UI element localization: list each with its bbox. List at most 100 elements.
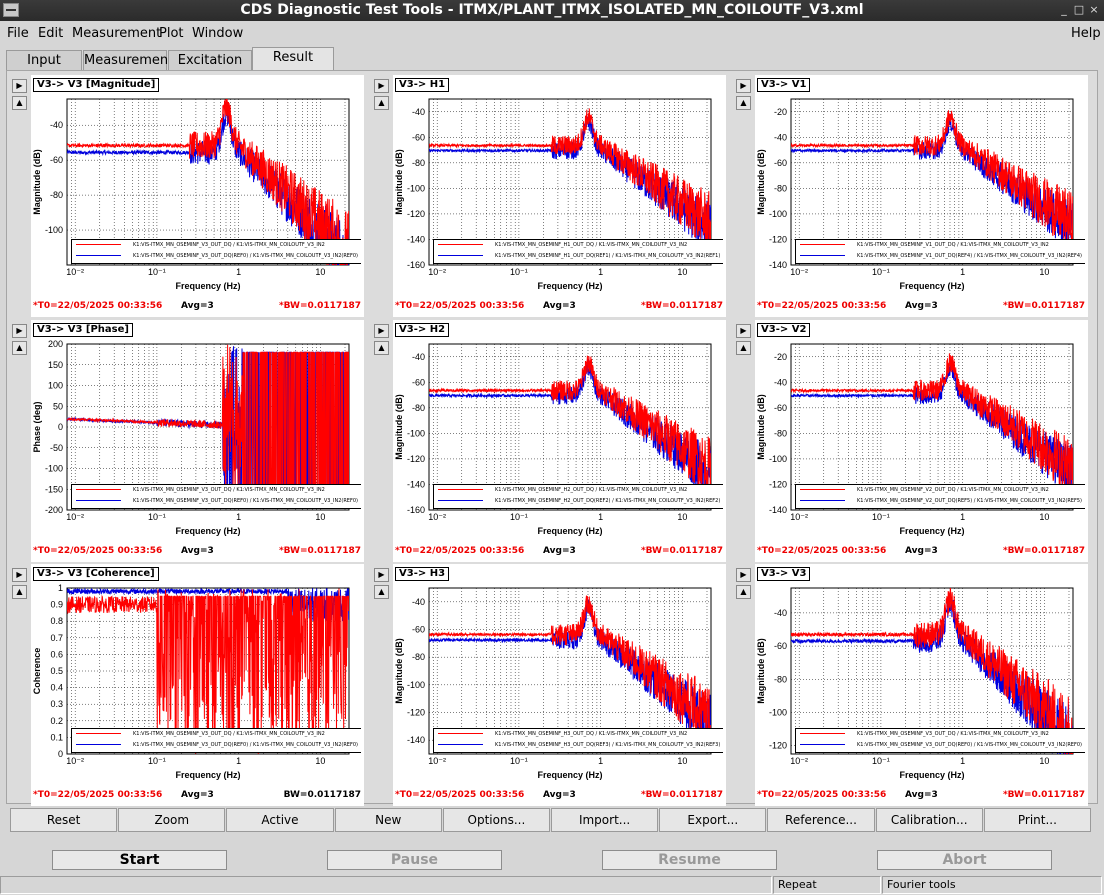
toolbar-options-button[interactable]: Options... [442, 808, 550, 832]
avg-label: Avg=3 [543, 546, 576, 556]
legend-swatch [800, 489, 845, 490]
plot-panel-h2[interactable]: -40 -60 -80 -100 -120 -140 -160 Magnitude (dB) 1… [393, 320, 726, 562]
panel-up-arrow-icon[interactable]: ▲ [12, 341, 27, 355]
panel-next-arrow-icon[interactable]: ▶ [736, 79, 751, 93]
menu-file[interactable]: File [7, 26, 29, 41]
tab-excitation[interactable]: Excitation [168, 50, 252, 71]
avg-label: Avg=3 [543, 301, 576, 311]
panel-up-arrow-icon[interactable]: ▲ [374, 585, 389, 599]
tab-result[interactable]: Result [252, 47, 334, 71]
bw-label: *BW=0.0117187 [640, 790, 723, 800]
y-tick-label: 50 [53, 401, 63, 411]
toolbar-print-button[interactable]: Print... [983, 808, 1091, 832]
legend-swatch [438, 489, 483, 490]
minimize-button[interactable]: _ [1057, 3, 1071, 17]
legend-entry: K1:VIS-ITMX_MN_OSEMINF_V3_OUT_DQ(REF0) /… [76, 252, 358, 261]
toolbar-zoom-button[interactable]: Zoom [118, 808, 226, 832]
y-tick-label: 0.9 [50, 600, 63, 610]
toolbar-active-button[interactable]: Active [226, 808, 334, 832]
panel-up-arrow-icon[interactable]: ▲ [374, 341, 389, 355]
panel-next-arrow-icon[interactable]: ▶ [374, 568, 389, 582]
x-tick-label: 1 [598, 756, 603, 766]
t0-label: *T0=22/05/2025 00:33:56 [33, 790, 163, 800]
legend-entry: K1:VIS-ITMX_MN_OSEMINF_V3_OUT_DQ(REF0) /… [800, 741, 1082, 750]
panel-next-arrow-icon[interactable]: ▶ [12, 568, 27, 582]
x-tick-label: 10⁻¹ [872, 512, 890, 522]
y-tick-label: 0.2 [50, 716, 63, 726]
plot-legend: K1:VIS-ITMX_MN_OSEMINF_V3_OUT_DQ / K1:VI… [71, 239, 361, 264]
panel-up-arrow-icon[interactable]: ▲ [736, 585, 751, 599]
plot-panel-magnitude[interactable]: -40 -60 -80 -100 Magnitude (dB) 10⁻² 10⁻¹ 1 10 Fr… [31, 75, 364, 317]
plot-panel-v2[interactable]: -20 -40 -60 -80 -100 -120 -140 Magnitude (dB) 10… [755, 320, 1088, 562]
plot-panel-v3[interactable]: -40 -60 -80 -100 -120 Magnitude (dB) 10⁻² 10⁻¹ 1… [755, 564, 1088, 806]
resume-button[interactable]: Resume [602, 850, 777, 870]
menu-help[interactable]: Help [1071, 26, 1101, 41]
panel-up-arrow-icon[interactable]: ▲ [12, 96, 27, 110]
maximize-button[interactable]: □ [1072, 3, 1086, 17]
y-tick-label: -160 [407, 505, 425, 515]
x-tick-label: 10⁻² [790, 512, 808, 522]
toolbar-reset-button[interactable]: Reset [10, 808, 118, 832]
plot-footer: *T0=22/05/2025 00:33:56 Avg=3 *BW=0.011718… [393, 546, 726, 560]
plot-legend: K1:VIS-ITMX_MN_OSEMINF_V3_OUT_DQ / K1:VI… [71, 728, 361, 753]
plot-title: V3-> V3 [757, 567, 811, 581]
plot-panel-v1[interactable]: -20 -40 -60 -80 -100 -120 -140 Magnitude (dB) 10… [755, 75, 1088, 317]
plot-panel-phase[interactable]: 200 150 100 50 0 -50 -100 -150 -200 Phase (deg) 10… [31, 320, 364, 562]
plot-panel-h1[interactable]: -40 -60 -80 -100 -120 -140 -160 Magnitude (dB) 1… [393, 75, 726, 317]
y-tick-label: -40 [774, 608, 787, 618]
y-tick-label: -60 [774, 403, 787, 413]
y-axis-label: Coherence [32, 648, 42, 695]
menu-window[interactable]: Window [192, 26, 243, 41]
toolbar-calibration-button[interactable]: Calibration... [875, 808, 983, 832]
y-tick-label: -80 [50, 190, 63, 200]
toolbar-export-button[interactable]: Export... [659, 808, 767, 832]
toolbar-reference-button[interactable]: Reference... [767, 808, 875, 832]
plot-title: V3-> V3 [Coherence] [33, 567, 159, 581]
menu-measurement[interactable]: Measurement [72, 26, 161, 41]
y-tick-label: -80 [774, 428, 787, 438]
menu-plot[interactable]: Plot [159, 26, 184, 41]
y-tick-label: -100 [407, 680, 425, 690]
tab-measurement[interactable]: Measurement [83, 50, 173, 71]
plot-panel-h3[interactable]: -40 -60 -80 -100 -120 -140 Magnitude (dB) 10⁻² 1… [393, 564, 726, 806]
abort-button[interactable]: Abort [877, 850, 1052, 870]
toolbar-new-button[interactable]: New [334, 808, 442, 832]
panel-up-arrow-icon[interactable]: ▲ [374, 96, 389, 110]
panel-next-arrow-icon[interactable]: ▶ [374, 324, 389, 338]
panel-up-arrow-icon[interactable]: ▲ [736, 96, 751, 110]
pause-button[interactable]: Pause [327, 850, 502, 870]
x-tick-label: 10⁻² [66, 756, 84, 766]
panel-next-arrow-icon[interactable]: ▶ [12, 324, 27, 338]
start-button[interactable]: Start [52, 850, 227, 870]
t0-label: *T0=22/05/2025 00:33:56 [757, 546, 887, 556]
y-tick-label: -140 [407, 234, 425, 244]
panel-next-arrow-icon[interactable]: ▶ [736, 568, 751, 582]
plot-footer: *T0=22/05/2025 00:33:56 Avg=3 *BW=0.011718… [31, 546, 364, 560]
legend-swatch [76, 255, 121, 256]
plot-title: V3-> H1 [395, 78, 450, 92]
plot-toolbar: Reset Zoom Active New Options... Import... Exp… [10, 808, 1092, 832]
tab-input[interactable]: Input [6, 50, 82, 71]
window-menu-icon[interactable] [3, 3, 19, 17]
plot-panel-coherence[interactable]: 1 0.9 0.8 0.7 0.6 0.5 0.4 0.3 0.2 0.1 0 Coherence 10… [31, 564, 364, 806]
panel-next-arrow-icon[interactable]: ▶ [12, 79, 27, 93]
menu-edit[interactable]: Edit [38, 26, 63, 41]
y-tick-label: -150 [45, 484, 63, 494]
y-tick-label: -80 [774, 183, 787, 193]
plot-legend: K1:VIS-ITMX_MN_OSEMINF_H3_OUT_DQ / K1:VI… [433, 728, 723, 753]
legend-swatch [800, 255, 845, 256]
avg-label: Avg=3 [905, 301, 938, 311]
x-tick-label: 1 [960, 512, 965, 522]
panel-next-arrow-icon[interactable]: ▶ [736, 324, 751, 338]
panel-up-arrow-icon[interactable]: ▲ [12, 585, 27, 599]
y-tick-label: 0.3 [50, 699, 63, 709]
legend-swatch [800, 733, 845, 734]
x-axis-label: Frequency (Hz) [537, 281, 602, 291]
legend-swatch [438, 255, 483, 256]
legend-label: K1:VIS-ITMX_MN_OSEMINF_V3_OUT_DQ(REF0) /… [133, 498, 358, 504]
y-tick-label: -40 [50, 120, 63, 130]
panel-up-arrow-icon[interactable]: ▲ [736, 341, 751, 355]
toolbar-import-button[interactable]: Import... [551, 808, 659, 832]
close-button[interactable]: × [1087, 3, 1101, 17]
panel-next-arrow-icon[interactable]: ▶ [374, 79, 389, 93]
